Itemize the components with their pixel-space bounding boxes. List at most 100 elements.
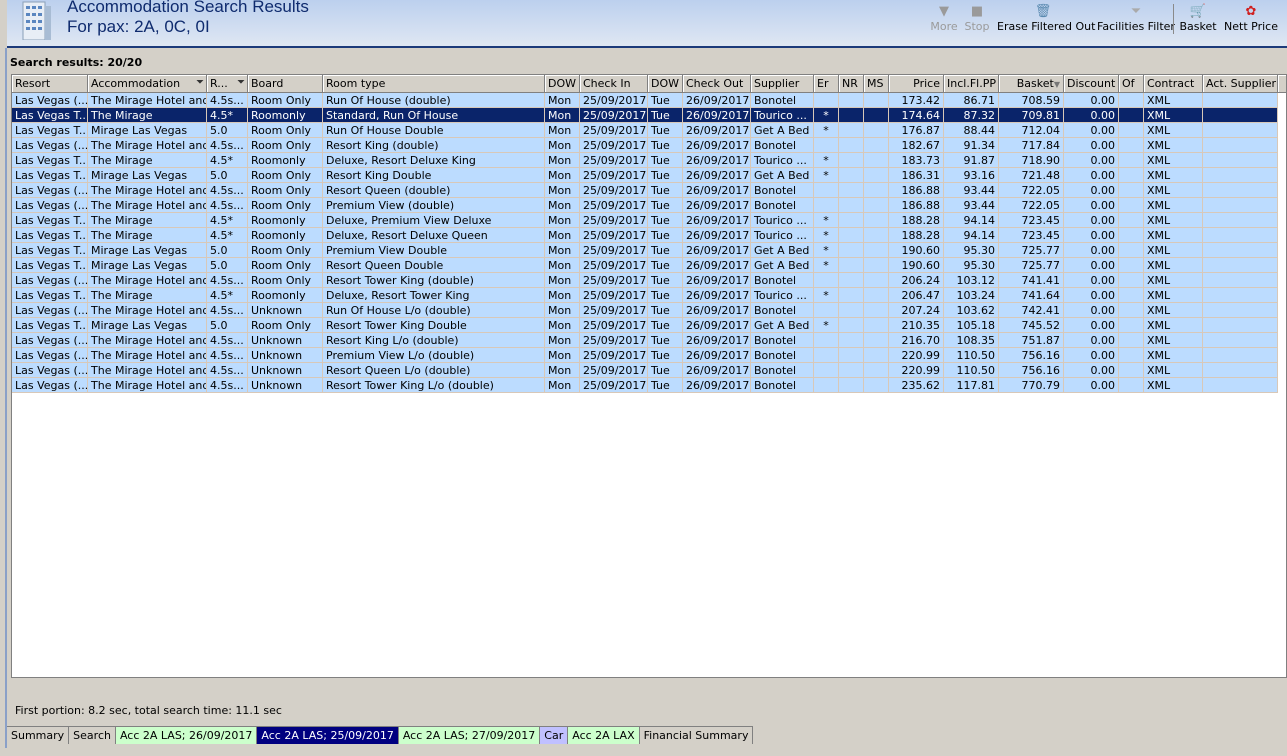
erase-bin-icon: 🗑 [1034, 4, 1052, 19]
tab-financial-summary[interactable]: Financial Summary [639, 727, 754, 744]
tab-acc-2a-lax[interactable]: Acc 2A LAX [568, 727, 640, 744]
table-row[interactable]: Las Vegas (... The Mirage Hotel and... 4.5… [12, 303, 1278, 318]
cell-of [1119, 213, 1144, 228]
filter-icon[interactable]: ⏷ [196, 77, 204, 88]
table-row[interactable]: Las Vegas (... The Mirage Hotel and... 4.5… [12, 333, 1278, 348]
cell-basket: 722.05 [999, 183, 1064, 198]
cell-room-type: Resort King L/o (double) [323, 333, 545, 348]
cell-of [1119, 348, 1144, 363]
table-row[interactable]: Las Vegas (... The Mirage Hotel and... 4.5… [12, 348, 1278, 363]
table-row[interactable]: Las Vegas (... The Mirage Hotel and... 4.5… [12, 138, 1278, 153]
tab-search[interactable]: Search [69, 727, 116, 744]
table-row[interactable]: Las Vegas (... The Mirage Hotel and... 4.5… [12, 198, 1278, 213]
cell-of [1119, 108, 1144, 123]
nett-price-button[interactable]: ✿ Nett Price [1223, 4, 1279, 38]
cell-contract: XML [1144, 348, 1203, 363]
cell-dow-in: Mon [545, 183, 580, 198]
column-header-board[interactable]: Board [248, 75, 323, 93]
table-row[interactable]: Las Vegas (... The Mirage Hotel and... 4.5… [12, 378, 1278, 393]
table-row[interactable]: Las Vegas T... Mirage Las Vegas 5.0 Room On… [12, 318, 1278, 333]
cell-incl-fl-pp: 110.50 [944, 363, 999, 378]
facilities-filter-button[interactable]: ⏷ Facilities Filter [1095, 4, 1177, 38]
cell-of [1119, 138, 1144, 153]
column-header-basket[interactable]: Basket▼ [999, 75, 1064, 93]
table-row[interactable]: Las Vegas (... The Mirage Hotel and... 4.5… [12, 273, 1278, 288]
column-header-nr[interactable]: NR [839, 75, 864, 93]
column-header-accommodation[interactable]: Accommodation ⏷ [88, 75, 207, 93]
cell-basket: 723.45 [999, 228, 1064, 243]
table-row[interactable]: Las Vegas T... Mirage Las Vegas 5.0 Room On… [12, 168, 1278, 183]
column-header-check-in[interactable]: Check In [580, 75, 648, 93]
column-header-price[interactable]: Price [889, 75, 944, 93]
cell-board: Room Only [248, 273, 323, 288]
tab-summary[interactable]: Summary [7, 727, 70, 744]
cell-er [814, 198, 839, 213]
cell-check-out: 26/09/2017 [683, 258, 751, 273]
column-header-dow-out[interactable]: DOW [648, 75, 683, 93]
cell-ms [864, 228, 889, 243]
erase-filtered-out-button[interactable]: 🗑 Erase Filtered Out [997, 4, 1095, 38]
tab-acc-2a-las-27-09-2017[interactable]: Acc 2A LAS; 27/09/2017 [398, 727, 541, 744]
column-header-resort[interactable]: Resort [12, 75, 88, 93]
table-row[interactable]: Las Vegas T... Mirage Las Vegas 5.0 Room On… [12, 243, 1278, 258]
cell-check-out: 26/09/2017 [683, 318, 751, 333]
table-row[interactable]: Las Vegas T... The Mirage 4.5* Roomonly Delu… [12, 153, 1278, 168]
cell-supplier: Bonotel [751, 198, 814, 213]
cell-price: 183.73 [889, 153, 944, 168]
table-row[interactable]: Las Vegas (... The Mirage Hotel and... 4.5… [12, 363, 1278, 378]
cell-er: * [814, 213, 839, 228]
status-text: First portion: 8.2 sec, total search tim… [15, 704, 282, 717]
filter-icon[interactable]: ⏷ [237, 77, 245, 88]
cell-check-out: 26/09/2017 [683, 348, 751, 363]
column-header-contract[interactable]: Contract [1144, 75, 1203, 93]
cell-dow-in: Mon [545, 243, 580, 258]
stop-button[interactable]: ■ Stop [962, 4, 992, 38]
table-row[interactable]: Las Vegas T... The Mirage 4.5* Roomonly Stan… [12, 108, 1278, 123]
column-header-discount[interactable]: Discount [1064, 75, 1119, 93]
cell-incl-fl-pp: 93.44 [944, 198, 999, 213]
cell-board: Room Only [248, 183, 323, 198]
cell-contract: XML [1144, 303, 1203, 318]
table-row[interactable]: Las Vegas T... The Mirage 4.5* Roomonly Delu… [12, 228, 1278, 243]
table-row[interactable]: Las Vegas (... The Mirage Hotel and... 4.5… [12, 93, 1278, 108]
table-row[interactable]: Las Vegas T... Mirage Las Vegas 5.0 Room On… [12, 258, 1278, 273]
cell-act-supplier [1203, 348, 1278, 363]
cell-dow-in: Mon [545, 153, 580, 168]
cell-check-in: 25/09/2017 [580, 258, 648, 273]
table-row[interactable]: Las Vegas T... Mirage Las Vegas 5.0 Room On… [12, 123, 1278, 138]
column-header-act-supplier[interactable]: Act. Supplier [1203, 75, 1278, 93]
cell-price: 190.60 [889, 258, 944, 273]
tab-car[interactable]: Car [540, 727, 569, 744]
cell-dow-out: Tue [648, 213, 683, 228]
column-header-supplier[interactable]: Supplier [751, 75, 814, 93]
results-table[interactable]: Resort Accommodation ⏷ R... ⏷ Board Room type D… [11, 74, 1287, 678]
table-row[interactable]: Las Vegas (... The Mirage Hotel and... 4.5… [12, 183, 1278, 198]
cell-basket: 741.64 [999, 288, 1064, 303]
column-header-room-type[interactable]: Room type [323, 75, 545, 93]
cell-of [1119, 228, 1144, 243]
cell-room-type: Resort King (double) [323, 138, 545, 153]
tab-acc-2a-las-25-09-2017[interactable]: Acc 2A LAS; 25/09/2017 [257, 727, 399, 744]
cell-room-type: Resort Queen L/o (double) [323, 363, 545, 378]
cell-dow-in: Mon [545, 363, 580, 378]
column-header-dow-in[interactable]: DOW [545, 75, 580, 93]
table-row[interactable]: Las Vegas T... The Mirage 4.5* Roomonly Delu… [12, 213, 1278, 228]
cell-check-in: 25/09/2017 [580, 363, 648, 378]
basket-button[interactable]: 🛒 Basket [1179, 4, 1217, 38]
cell-price: 210.35 [889, 318, 944, 333]
column-header-of[interactable]: Of [1119, 75, 1144, 93]
column-header-check-out[interactable]: Check Out [683, 75, 751, 93]
tab-acc-2a-las-26-09-2017[interactable]: Acc 2A LAS; 26/09/2017 [115, 727, 258, 744]
cell-incl-fl-pp: 103.12 [944, 273, 999, 288]
cell-board: Unknown [248, 348, 323, 363]
cell-contract: XML [1144, 318, 1203, 333]
cell-supplier: Bonotel [751, 348, 814, 363]
column-header-ms[interactable]: MS [864, 75, 889, 93]
cell-basket: 742.41 [999, 303, 1064, 318]
table-row[interactable]: Las Vegas T... The Mirage 4.5* Roomonly Delu… [12, 288, 1278, 303]
column-header-rating[interactable]: R... ⏷ [207, 75, 248, 93]
cell-act-supplier [1203, 93, 1278, 108]
column-header-incl-fl-pp[interactable]: Incl.Fl.PP [944, 75, 999, 93]
more-button[interactable]: ▼ More [929, 4, 959, 38]
column-header-er[interactable]: Er [814, 75, 839, 93]
